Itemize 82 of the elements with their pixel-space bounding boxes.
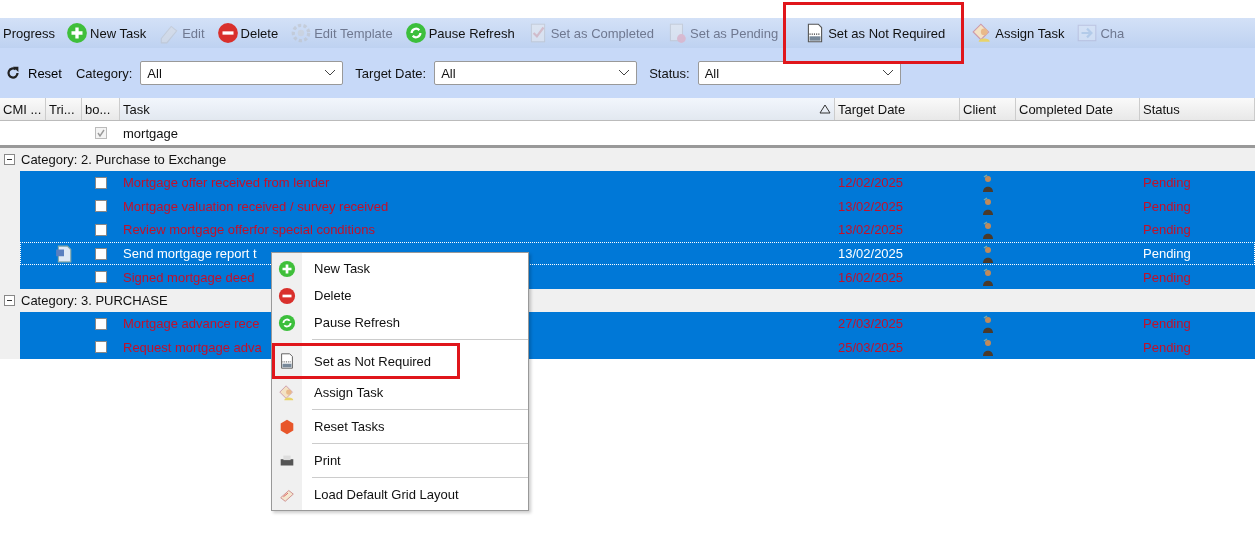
- filter-dropdown[interactable]: All: [434, 61, 638, 85]
- toolbar-button[interactable]: Assign Task: [966, 18, 1070, 48]
- person-icon: [982, 314, 994, 333]
- refresh-icon: [4, 64, 22, 82]
- column-header[interactable]: Tri...: [46, 98, 82, 120]
- table-cell: Pending: [1143, 198, 1191, 214]
- menu-item[interactable]: Print: [272, 447, 528, 474]
- table-cell: Send mortgage report t: [123, 246, 257, 262]
- filter-checkbox[interactable]: [95, 127, 107, 139]
- table-cell: Review mortgage offerfor special conditions: [123, 222, 375, 238]
- table-cell: Mortgage advance rece: [123, 316, 260, 332]
- table-cell: Mortgage valuation received / survey received: [123, 198, 389, 214]
- column-header[interactable]: Client: [960, 98, 1016, 120]
- sort-icon: [819, 104, 831, 114]
- group-title: Category: 2. Purchase to Exchange: [21, 152, 227, 167]
- column-header[interactable]: Task: [120, 98, 835, 120]
- table-cell: Pending: [1143, 339, 1191, 355]
- menu-item[interactable]: Assign Task: [272, 379, 528, 406]
- table-cell: Pending: [1143, 246, 1191, 262]
- plus-icon: [66, 22, 89, 44]
- hexagon-icon: [278, 417, 296, 436]
- column-header[interactable]: Completed Date: [1016, 98, 1140, 120]
- checkbox[interactable]: [95, 341, 107, 354]
- person-icon: [982, 173, 994, 192]
- filter-label: Status:: [649, 65, 690, 81]
- toolbar-button[interactable]: New Task: [61, 18, 152, 48]
- filter-label: Category:: [75, 65, 133, 81]
- gear-icon: [290, 22, 313, 44]
- refresh-icon: [404, 22, 427, 44]
- checkbox[interactable]: [95, 271, 107, 284]
- toolbar-button[interactable]: Pause Refresh: [399, 18, 520, 48]
- column-header[interactable]: Target Date: [835, 98, 960, 120]
- collapse-icon[interactable]: [4, 154, 15, 165]
- column-header[interactable]: CMI ...: [0, 98, 46, 120]
- table-cell: 12/02/2025: [838, 175, 904, 191]
- table-cell: Pending: [1143, 269, 1191, 285]
- table-cell: 16/02/2025: [838, 269, 904, 285]
- table-cell: 25/03/2025: [838, 339, 904, 355]
- toolbar-title: Progress: [2, 25, 57, 41]
- filter-input[interactable]: mortgage: [123, 125, 178, 141]
- collapse-icon[interactable]: [4, 294, 15, 306]
- person-icon: [982, 244, 994, 263]
- filter-dropdown[interactable]: All: [697, 61, 901, 85]
- table-cell: 13/02/2025: [838, 246, 904, 262]
- checkbox[interactable]: [95, 224, 107, 236]
- filter-dropdown[interactable]: All: [140, 61, 344, 85]
- checkbox[interactable]: [95, 176, 107, 189]
- table-cell: Pending: [1143, 222, 1191, 238]
- menu-item[interactable]: Set as Not Required: [272, 343, 460, 379]
- refresh-icon: [278, 313, 296, 332]
- caret-icon: [618, 69, 631, 77]
- table-cell: 13/02/2025: [838, 222, 904, 238]
- caret-icon: [324, 69, 337, 77]
- table-cell: 27/03/2025: [838, 316, 904, 332]
- menu-item[interactable]: Load Default Grid Layout: [272, 481, 528, 508]
- person-icon: [278, 383, 296, 402]
- checkbox[interactable]: [95, 200, 107, 213]
- table-cell: Pending: [1143, 316, 1191, 332]
- caret-icon: [881, 69, 894, 77]
- column-header[interactable]: Status: [1140, 98, 1255, 120]
- person-icon: [982, 197, 994, 216]
- menu-item[interactable]: Reset Tasks: [272, 413, 528, 440]
- person-icon: [982, 338, 994, 357]
- table-cell: Signed mortgage deed: [123, 269, 255, 285]
- document-icon: [278, 352, 296, 370]
- table-cell: Mortgage offer received from lender: [123, 175, 330, 191]
- minus-icon: [278, 286, 296, 305]
- table-cell: 13/02/2025: [838, 198, 904, 214]
- person-icon: [982, 221, 994, 239]
- table-cell: Request mortgage adva: [123, 339, 262, 355]
- table-cell: Pending: [1143, 175, 1191, 191]
- checkbox[interactable]: [95, 247, 107, 260]
- minus-icon: [216, 22, 239, 44]
- toolbar-button[interactable]: Set as Not Required: [799, 18, 951, 48]
- group-title: Category: 3. PURCHASE: [21, 292, 168, 308]
- menu-item[interactable]: Pause Refresh: [272, 309, 528, 336]
- filter-label: Target Date:: [355, 65, 427, 81]
- toolbar-button[interactable]: Delete: [211, 18, 284, 48]
- plus-icon: [278, 259, 296, 278]
- reset-button[interactable]: Reset: [4, 64, 68, 82]
- person-icon: [982, 268, 994, 287]
- checkbox[interactable]: [95, 317, 107, 330]
